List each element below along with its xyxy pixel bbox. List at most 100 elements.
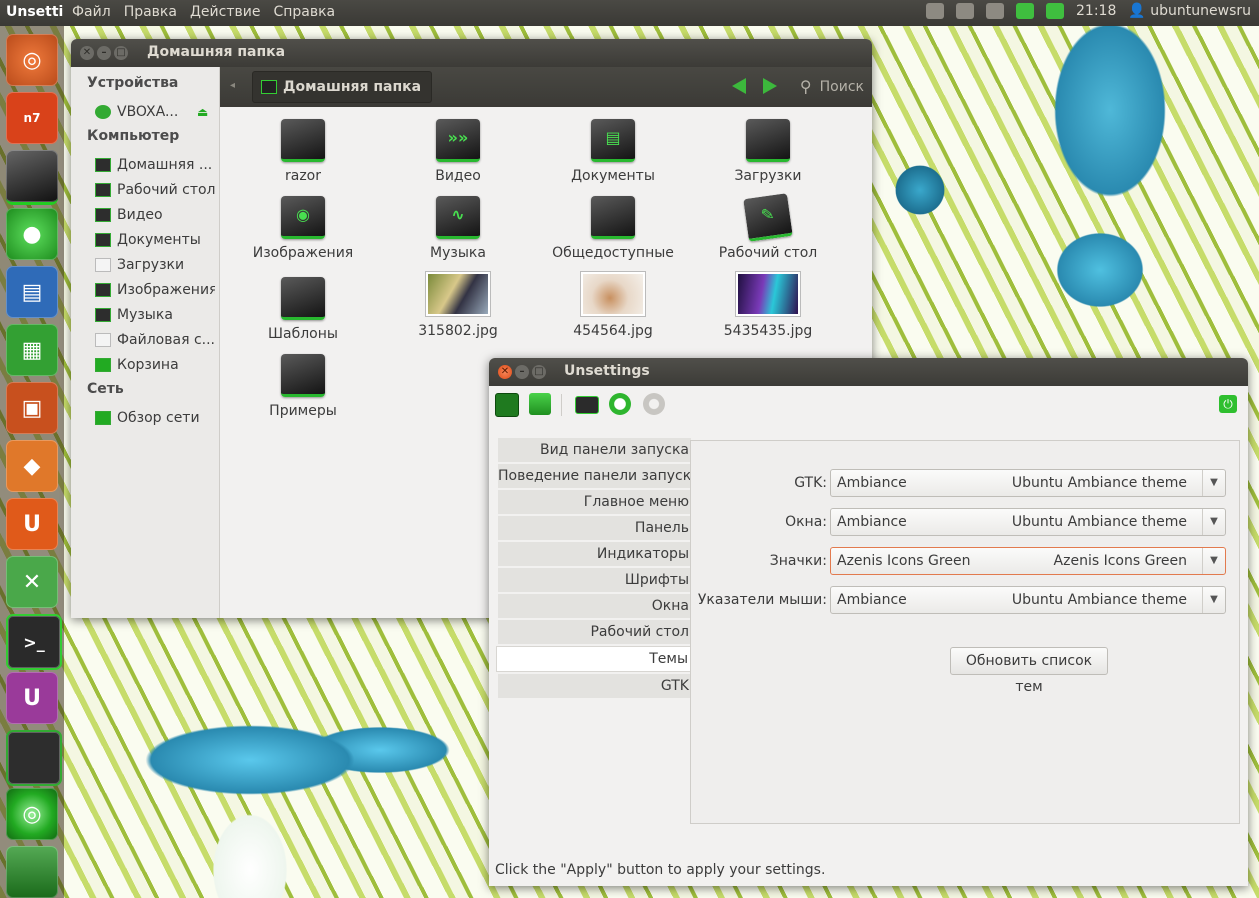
file-manager-titlebar[interactable]: ✕ – □ Домашняя папка bbox=[71, 39, 872, 67]
sidebar-item-vbox[interactable]: VBOXA... ⏏ bbox=[71, 99, 215, 124]
cursor-theme-combo[interactable]: Ambiance Ubuntu Ambiance theme ▼ bbox=[830, 586, 1226, 614]
maximize-button[interactable]: □ bbox=[532, 365, 546, 379]
category-item-selected[interactable]: Темы bbox=[496, 646, 691, 672]
sidebar-item-desktop[interactable]: Рабочий стол bbox=[71, 177, 215, 202]
gtk-theme-combo[interactable]: Ambiance Ubuntu Ambiance theme ▼ bbox=[830, 469, 1226, 497]
refresh-icon[interactable] bbox=[609, 393, 631, 415]
file-item[interactable]: ◉ Изображения bbox=[228, 196, 378, 261]
ubuntu-one-icon[interactable]: U bbox=[6, 498, 58, 550]
terminal-icon[interactable] bbox=[575, 396, 599, 414]
browser-icon[interactable]: ● bbox=[6, 208, 58, 260]
cursor-theme-row: Указатели мыши: Ambiance Ubuntu Ambiance… bbox=[691, 586, 1239, 614]
search-label: Поиск bbox=[819, 78, 864, 95]
file-item[interactable]: ▤ Документы bbox=[538, 119, 688, 184]
sidebar-item-pictures[interactable]: Изображения bbox=[71, 277, 215, 302]
launcher: ◎ n7 ● ▤ ▦ ▣ ◆ U ✕ >_ U ◎ bbox=[0, 26, 64, 898]
icon-theme-row: Значки: Azenis Icons Green Azenis Icons … bbox=[691, 547, 1239, 575]
unsettings-titlebar[interactable]: ✕ – □ Unsettings bbox=[489, 358, 1248, 386]
category-item[interactable]: Рабочий стол bbox=[498, 620, 691, 644]
sidebar-item-home[interactable]: Домашняя ... bbox=[71, 152, 215, 177]
sidebar-item-trash[interactable]: Корзина bbox=[71, 352, 215, 377]
chevron-down-icon: ▼ bbox=[1202, 470, 1225, 496]
breadcrumb-left-arrow[interactable]: ◂ bbox=[230, 80, 235, 91]
workspace-icon[interactable] bbox=[6, 730, 62, 786]
terminal-icon[interactable]: >_ bbox=[6, 614, 62, 670]
category-item[interactable]: GTK bbox=[498, 674, 691, 698]
templates-folder-icon bbox=[281, 277, 325, 320]
file-item[interactable]: razor bbox=[228, 119, 378, 184]
messaging-icon[interactable] bbox=[1016, 3, 1035, 19]
trash-icon[interactable] bbox=[6, 846, 58, 898]
file-item[interactable]: 315802.jpg bbox=[383, 271, 533, 339]
category-item[interactable]: Индикаторы bbox=[498, 542, 691, 566]
sidebar-item-videos[interactable]: Видео bbox=[71, 202, 215, 227]
combo-description: Ubuntu Ambiance theme bbox=[1011, 514, 1187, 530]
sidebar-item-downloads[interactable]: Загрузки bbox=[71, 252, 215, 277]
gears-icon[interactable] bbox=[643, 393, 665, 415]
file-name: Изображения bbox=[252, 245, 354, 261]
sidebar-item-label: VBOXA... bbox=[117, 103, 179, 120]
refresh-themes-button[interactable]: Обновить список тем bbox=[950, 647, 1108, 695]
file-item[interactable]: ∿ Музыка bbox=[383, 196, 533, 261]
folder-open-icon[interactable] bbox=[529, 393, 551, 415]
file-item[interactable]: ✎ Рабочий стол bbox=[693, 193, 843, 261]
system-settings-icon[interactable]: ✕ bbox=[6, 556, 58, 608]
close-button[interactable]: ✕ bbox=[80, 46, 94, 60]
dvd-icon[interactable]: ◎ bbox=[6, 788, 58, 840]
menu-file[interactable]: Файл bbox=[72, 4, 111, 20]
mail-icon[interactable] bbox=[986, 3, 1005, 19]
unsettings-icon[interactable]: U bbox=[6, 672, 58, 724]
category-item[interactable]: Панель bbox=[498, 516, 691, 540]
sidebar-item-music[interactable]: Музыка bbox=[71, 302, 215, 327]
menu-edit[interactable]: Правка bbox=[124, 4, 177, 20]
category-item[interactable]: Поведение панели запуска bbox=[498, 464, 700, 488]
power-icon[interactable]: ⏻ bbox=[1219, 395, 1237, 413]
breadcrumb[interactable]: Домашняя папка bbox=[252, 71, 433, 103]
file-item[interactable]: Общедоступные bbox=[538, 196, 688, 261]
eject-icon[interactable]: ⏏ bbox=[197, 105, 208, 119]
nexus7-icon[interactable]: n7 bbox=[6, 92, 58, 144]
category-item[interactable]: Вид панели запуска bbox=[498, 438, 691, 462]
file-item[interactable]: Загрузки bbox=[693, 119, 843, 184]
window-theme-combo[interactable]: Ambiance Ubuntu Ambiance theme ▼ bbox=[830, 508, 1226, 536]
file-item[interactable]: 454564.jpg bbox=[538, 271, 688, 339]
home-icon bbox=[95, 157, 111, 172]
file-item[interactable]: 5435435.jpg bbox=[693, 271, 843, 339]
writer-icon[interactable]: ▤ bbox=[6, 266, 58, 318]
maximize-button[interactable]: □ bbox=[114, 46, 128, 60]
category-item[interactable]: Главное меню bbox=[498, 490, 691, 514]
file-item[interactable]: »» Видео bbox=[383, 119, 533, 184]
calc-icon[interactable]: ▦ bbox=[6, 324, 58, 376]
minimize-button[interactable]: – bbox=[97, 46, 111, 60]
save-icon[interactable] bbox=[495, 393, 519, 417]
clock[interactable]: 21:18 bbox=[1076, 3, 1116, 19]
menu-help[interactable]: Справка bbox=[273, 4, 335, 20]
sidebar-header-computer: Компьютер bbox=[87, 128, 180, 144]
combo-value: Ambiance bbox=[837, 475, 907, 491]
combo-description: Azenis Icons Green bbox=[1053, 553, 1187, 569]
search-button[interactable]: ⚲ Поиск bbox=[800, 77, 864, 96]
home-folder-icon[interactable] bbox=[6, 150, 58, 205]
sidebar-item-filesystem[interactable]: Файловая с... bbox=[71, 327, 215, 352]
gtk-theme-label: GTK: bbox=[794, 475, 827, 491]
toolbar-separator bbox=[561, 394, 562, 416]
impress-icon[interactable]: ▣ bbox=[6, 382, 58, 434]
network-icon[interactable] bbox=[1046, 3, 1065, 19]
forward-arrow-icon[interactable] bbox=[763, 78, 777, 94]
minimize-button[interactable]: – bbox=[515, 365, 529, 379]
sidebar-item-network[interactable]: Обзор сети bbox=[71, 405, 215, 430]
user-menu[interactable]: 👤 ubuntunewsru bbox=[1128, 3, 1251, 19]
close-button[interactable]: ✕ bbox=[498, 365, 512, 379]
category-item[interactable]: Шрифты bbox=[498, 568, 691, 592]
evernote-icon[interactable] bbox=[926, 3, 945, 19]
menu-action[interactable]: Действие bbox=[190, 4, 260, 20]
category-item[interactable]: Окна bbox=[498, 594, 691, 618]
sidebar-item-documents[interactable]: Документы bbox=[71, 227, 215, 252]
file-item[interactable]: Шаблоны bbox=[228, 277, 378, 342]
back-arrow-icon[interactable] bbox=[732, 78, 746, 94]
icon-theme-combo[interactable]: Azenis Icons Green Azenis Icons Green ▼ bbox=[830, 547, 1226, 575]
ubuntu-dash-icon[interactable]: ◎ bbox=[6, 34, 58, 86]
software-center-icon[interactable]: ◆ bbox=[6, 440, 58, 492]
screenshot-icon[interactable] bbox=[956, 3, 975, 19]
file-item[interactable]: Примеры bbox=[228, 354, 378, 419]
